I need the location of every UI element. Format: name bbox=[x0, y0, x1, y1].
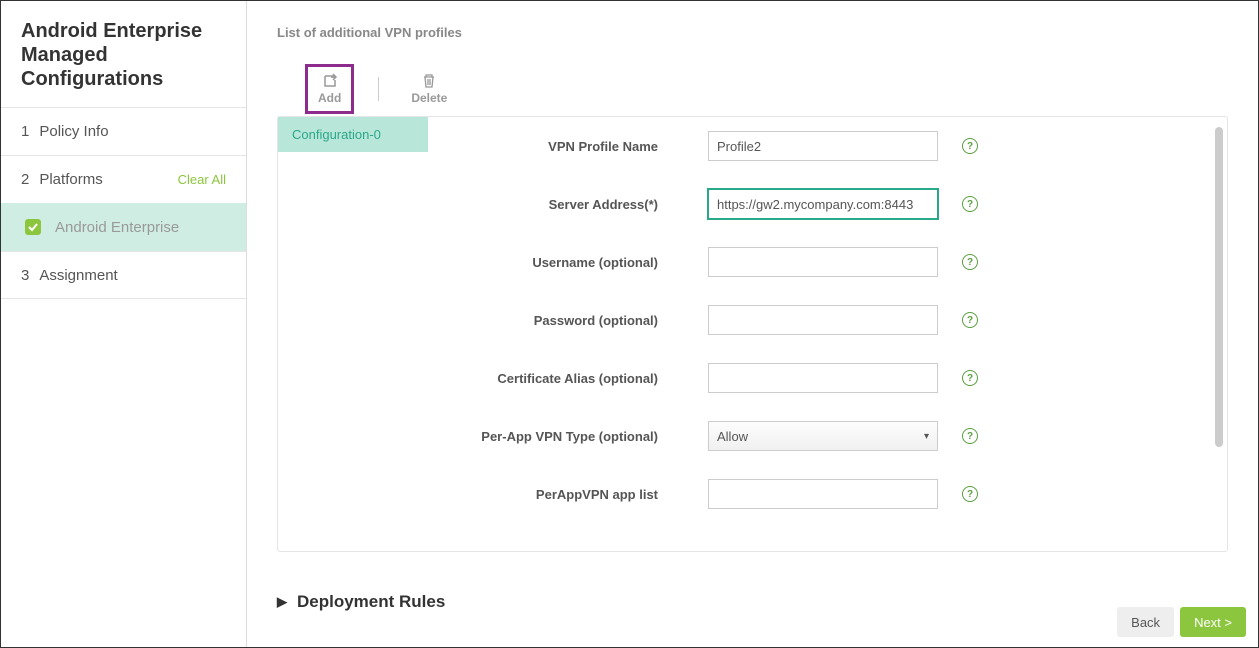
scrollbar[interactable] bbox=[1215, 127, 1223, 447]
config-panel: Configuration-0 VPN Profile Name ? Serve… bbox=[277, 116, 1228, 552]
step-number: 2 bbox=[21, 171, 29, 188]
add-label: Add bbox=[318, 91, 341, 105]
help-icon[interactable]: ? bbox=[962, 312, 978, 328]
step-label: Platforms bbox=[39, 171, 102, 188]
sidebar-item-assignment[interactable]: 3 Assignment bbox=[1, 251, 246, 299]
main-content: List of additional VPN profiles Add Dele… bbox=[247, 1, 1258, 647]
chevron-right-icon: ▶ bbox=[277, 594, 287, 610]
toolbar: Add Delete bbox=[277, 64, 1228, 114]
caret-down-icon: ▾ bbox=[924, 431, 929, 442]
check-icon bbox=[25, 219, 41, 235]
cert-label: Certificate Alias (optional) bbox=[448, 371, 708, 386]
deployment-rules-toggle[interactable]: ▶ Deployment Rules bbox=[277, 592, 1228, 612]
step-label: Policy Info bbox=[39, 123, 108, 140]
config-list: Configuration-0 bbox=[278, 117, 428, 551]
clear-all-link[interactable]: Clear All bbox=[178, 172, 226, 187]
vpn-name-input[interactable] bbox=[708, 131, 938, 161]
help-icon[interactable]: ? bbox=[962, 428, 978, 444]
sidebar: Android Enterprise Managed Configuration… bbox=[1, 1, 247, 647]
config-item-0[interactable]: Configuration-0 bbox=[278, 117, 428, 152]
help-icon[interactable]: ? bbox=[962, 196, 978, 212]
footer-actions: Back Next > bbox=[1117, 607, 1246, 637]
delete-button[interactable]: Delete bbox=[403, 69, 455, 109]
cert-input[interactable] bbox=[708, 363, 938, 393]
sidebar-item-platforms[interactable]: 2 Platforms Clear All bbox=[1, 155, 246, 203]
sidebar-item-policy-info[interactable]: 1 Policy Info bbox=[1, 107, 246, 155]
password-label: Password (optional) bbox=[448, 313, 708, 328]
delete-label: Delete bbox=[411, 91, 447, 105]
help-icon[interactable]: ? bbox=[962, 138, 978, 154]
trash-icon bbox=[421, 73, 437, 89]
section-title: List of additional VPN profiles bbox=[277, 25, 1228, 40]
step-label: Assignment bbox=[39, 267, 117, 284]
server-label: Server Address(*) bbox=[448, 197, 708, 212]
subitem-label: Android Enterprise bbox=[55, 219, 179, 236]
username-label: Username (optional) bbox=[448, 255, 708, 270]
step-number: 1 bbox=[21, 123, 29, 140]
perapp-type-select[interactable]: Allow ▾ bbox=[708, 421, 938, 451]
form-area: VPN Profile Name ? Server Address(*) ? U… bbox=[428, 117, 1227, 551]
perapp-list-label: PerAppVPN app list bbox=[448, 487, 708, 502]
step-number: 3 bbox=[21, 267, 29, 284]
help-icon[interactable]: ? bbox=[962, 486, 978, 502]
add-button[interactable]: Add bbox=[305, 64, 354, 114]
page-title: Android Enterprise Managed Configuration… bbox=[1, 1, 246, 107]
next-button[interactable]: Next > bbox=[1180, 607, 1246, 637]
select-value: Allow bbox=[717, 429, 748, 444]
server-input[interactable] bbox=[708, 189, 938, 219]
perapp-list-input[interactable] bbox=[708, 479, 938, 509]
sidebar-subitem-android-enterprise[interactable]: Android Enterprise bbox=[1, 203, 246, 251]
toolbar-divider bbox=[378, 77, 379, 101]
help-icon[interactable]: ? bbox=[962, 370, 978, 386]
add-icon bbox=[322, 73, 338, 89]
username-input[interactable] bbox=[708, 247, 938, 277]
vpn-name-label: VPN Profile Name bbox=[448, 139, 708, 154]
back-button[interactable]: Back bbox=[1117, 607, 1174, 637]
perapp-type-label: Per-App VPN Type (optional) bbox=[448, 429, 708, 444]
deployment-label: Deployment Rules bbox=[297, 592, 445, 612]
help-icon[interactable]: ? bbox=[962, 254, 978, 270]
password-input[interactable] bbox=[708, 305, 938, 335]
